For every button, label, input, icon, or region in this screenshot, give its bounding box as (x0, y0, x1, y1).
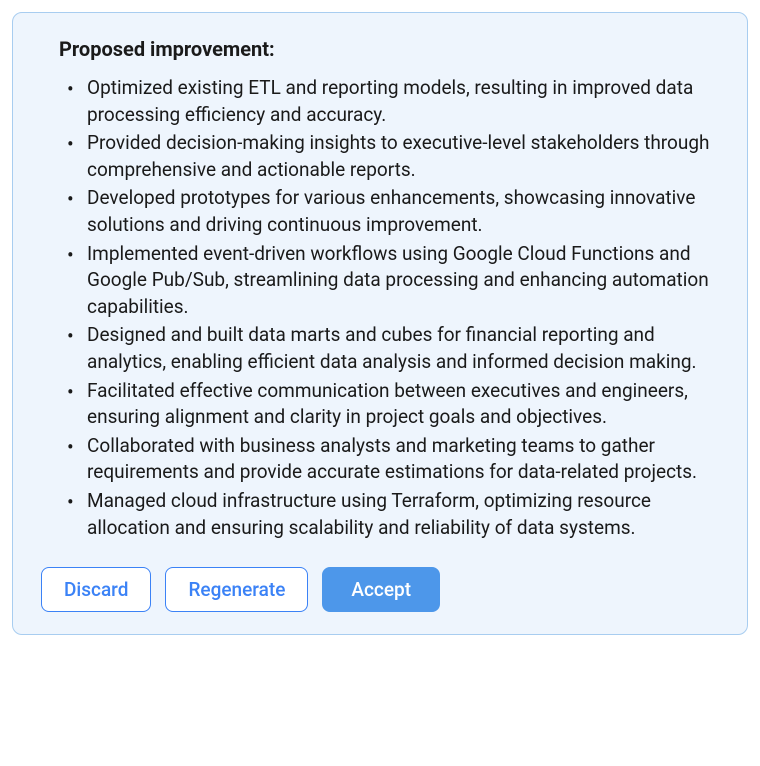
discard-button[interactable]: Discard (41, 567, 151, 612)
list-item: Facilitated effective communication betw… (59, 378, 719, 431)
button-row: Discard Regenerate Accept (41, 567, 719, 612)
list-item: Designed and built data marts and cubes … (59, 322, 719, 375)
regenerate-button[interactable]: Regenerate (165, 567, 308, 612)
list-item: Developed prototypes for various enhance… (59, 185, 719, 238)
bullet-list: Optimized existing ETL and reporting mod… (41, 75, 719, 541)
list-item: Managed cloud infrastructure using Terra… (59, 488, 719, 541)
proposed-improvement-card: Proposed improvement: Optimized existing… (12, 12, 748, 635)
accept-button[interactable]: Accept (322, 567, 440, 612)
list-item: Collaborated with business analysts and … (59, 433, 719, 486)
list-item: Optimized existing ETL and reporting mod… (59, 75, 719, 128)
list-item: Implemented event-driven workflows using… (59, 241, 719, 321)
card-title: Proposed improvement: (41, 37, 719, 61)
list-item: Provided decision-making insights to exe… (59, 130, 719, 183)
